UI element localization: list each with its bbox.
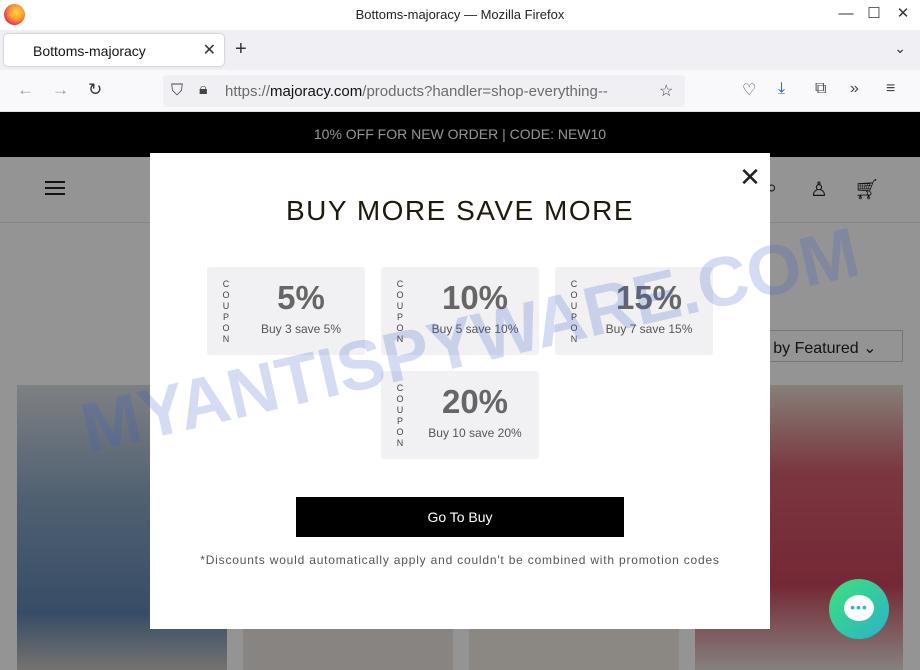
coupon-side-label: COUPON [570, 279, 578, 344]
coupon-percent: 20% [441, 383, 509, 420]
discount-modal: ✕ BUY MORE SAVE MORE COUPON 5% Buy 3 sav… [150, 153, 770, 629]
coupon-percent: 15% [615, 279, 683, 316]
close-icon[interactable]: ✕ [738, 164, 762, 190]
coupon-card: COUPON 10% Buy 5 save 10% [381, 267, 539, 355]
more-tools-icon[interactable]: » [850, 80, 859, 98]
coupon-card: COUPON 5% Buy 3 save 5% [207, 267, 365, 355]
coupon-description: Buy 5 save 10% [431, 322, 519, 336]
coupon-description: Buy 7 save 15% [605, 322, 693, 336]
minimize-button[interactable]: — [831, 2, 861, 26]
coupon-side-label: COUPON [396, 383, 404, 448]
coupon-side-label: COUPON [222, 279, 230, 344]
star-icon[interactable]: ☆ [659, 81, 673, 101]
list-all-tabs-icon[interactable]: ⌄ [894, 40, 906, 57]
forward-icon[interactable]: → [52, 80, 69, 100]
tab-bar: Bottoms-majoracy ✕ [0, 30, 920, 70]
tab-active[interactable]: Bottoms-majoracy ✕ [4, 34, 224, 66]
back-icon[interactable]: ← [17, 80, 34, 100]
window-title: Bottoms-majoracy — Mozilla Firefox [355, 7, 565, 22]
coupon-percent: 10% [441, 279, 509, 316]
discount-note: *Discounts would automatically apply and… [200, 553, 720, 567]
extensions-icon[interactable]: ⧉ [815, 80, 826, 98]
coupon-description: Buy 3 save 5% [260, 322, 342, 336]
coupon-percent: 5% [277, 279, 325, 316]
close-window-button[interactable]: ✕ [888, 2, 918, 26]
download-icon[interactable]: ⤓ [778, 80, 785, 98]
modal-title: BUY MORE SAVE MORE [285, 195, 635, 226]
chat-icon: ••• [844, 595, 874, 621]
window-titlebar: Bottoms-majoracy — Mozilla Firefox — ☐ ✕ [0, 0, 920, 30]
lock-icon[interactable]: 🔒︎ [199, 81, 208, 99]
url-text[interactable]: https://majoracy.com/products?handler=sh… [225, 83, 608, 100]
new-tab-button[interactable]: + [235, 38, 247, 61]
coupon-description: Buy 10 save 20% [428, 426, 522, 440]
shield-icon[interactable]: ⛉ [171, 82, 183, 100]
tab-label: Bottoms-majoracy [33, 43, 146, 59]
coupon-side-label: COUPON [396, 279, 404, 344]
tab-close-icon[interactable]: ✕ [203, 40, 216, 60]
menu-icon[interactable]: ≡ [886, 80, 895, 98]
url-bar[interactable]: ⛉ 🔒︎ https://majoracy.com/products?handl… [163, 75, 685, 107]
coupon-card: COUPON 20% Buy 10 save 20% [381, 371, 539, 459]
reload-icon[interactable]: ↻ [88, 80, 102, 100]
pocket-icon[interactable]: ♡ [742, 80, 756, 100]
coupon-card: COUPON 15% Buy 7 save 15% [555, 267, 713, 355]
chat-button[interactable]: ••• [829, 579, 889, 639]
go-to-buy-button[interactable]: Go To Buy [296, 497, 624, 537]
maximize-button[interactable]: ☐ [859, 2, 889, 26]
navigation-toolbar: ← → ↻ ⛉ 🔒︎ https://majoracy.com/products… [0, 70, 920, 112]
